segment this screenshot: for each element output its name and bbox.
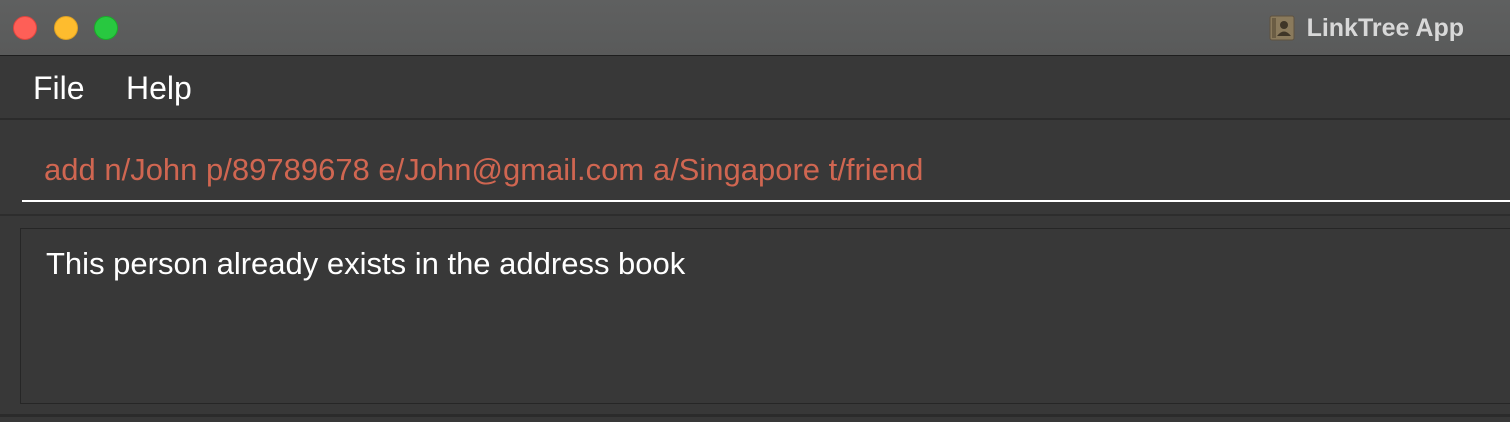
close-window-button[interactable] — [13, 16, 37, 40]
menu-bar: File Help — [0, 56, 1510, 120]
window-title-group: LinkTree App — [1269, 13, 1464, 43]
minimize-window-button[interactable] — [54, 16, 78, 40]
bottom-divider — [0, 414, 1510, 417]
maximize-window-button[interactable] — [94, 16, 118, 40]
result-message: This person already exists in the addres… — [46, 246, 686, 281]
title-bar[interactable]: LinkTree App — [0, 0, 1510, 56]
command-box-area — [0, 122, 1510, 214]
result-display[interactable]: This person already exists in the addres… — [20, 228, 1510, 404]
menu-file[interactable]: File — [33, 69, 85, 107]
section-divider — [0, 214, 1510, 216]
contacts-book-icon — [1269, 15, 1295, 41]
command-input[interactable] — [22, 140, 1510, 202]
app-window: LinkTree App File Help This person alrea… — [0, 0, 1510, 422]
window-title: LinkTree App — [1306, 13, 1464, 42]
menu-help[interactable]: Help — [126, 69, 192, 107]
